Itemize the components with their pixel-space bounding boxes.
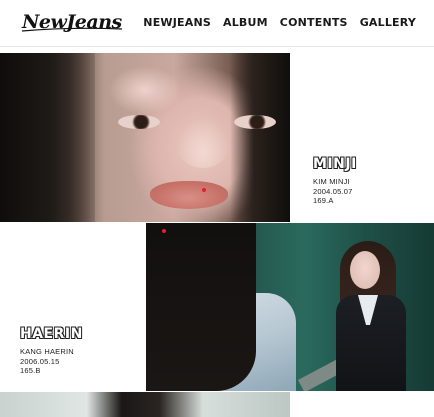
nav-gallery[interactable]: GALLERY xyxy=(360,16,416,29)
photo-detail xyxy=(336,233,406,391)
photo-detail xyxy=(150,181,228,209)
member-birth: 2004.05.07 xyxy=(313,186,353,196)
photo-detail xyxy=(146,223,256,391)
cursor-dot xyxy=(202,188,206,192)
nav-contents[interactable]: CONTENTS xyxy=(280,16,348,29)
photo-detail xyxy=(118,115,160,129)
member-name: HAERIN xyxy=(20,326,83,342)
cursor-dot xyxy=(162,229,166,233)
member-info-haerin: HAERIN KANG HAERIN 2006.05.15 165.B xyxy=(20,326,83,376)
photo-detail xyxy=(0,53,95,222)
logo[interactable]: NewJeans xyxy=(21,11,123,33)
nav-album[interactable]: ALBUM xyxy=(223,16,268,29)
member-full-name: KIM MINJI xyxy=(313,177,350,186)
photo-detail xyxy=(234,115,276,129)
photo-detail xyxy=(230,53,290,222)
photo-detail xyxy=(176,118,230,168)
member-photo-minji[interactable] xyxy=(0,53,290,222)
nav-newjeans[interactable]: NEWJEANS xyxy=(143,16,211,29)
member-photo-haerin[interactable] xyxy=(146,223,434,391)
member-photo-next[interactable] xyxy=(0,392,290,417)
logo-swoosh-icon xyxy=(21,27,123,32)
main-nav: NEWJEANS ALBUM CONTENTS GALLERY xyxy=(143,16,416,29)
member-height: 169.A xyxy=(313,196,334,205)
site-header: NewJeans NEWJEANS ALBUM CONTENTS GALLERY xyxy=(0,0,434,47)
member-height: 165.B xyxy=(20,366,41,375)
member-full-name: KANG HAERIN xyxy=(20,347,74,356)
member-name: MINJI xyxy=(313,156,357,172)
member-birth: 2006.05.15 xyxy=(20,356,60,366)
member-info-minji: MINJI KIM MINJI 2004.05.07 169.A xyxy=(313,156,357,206)
